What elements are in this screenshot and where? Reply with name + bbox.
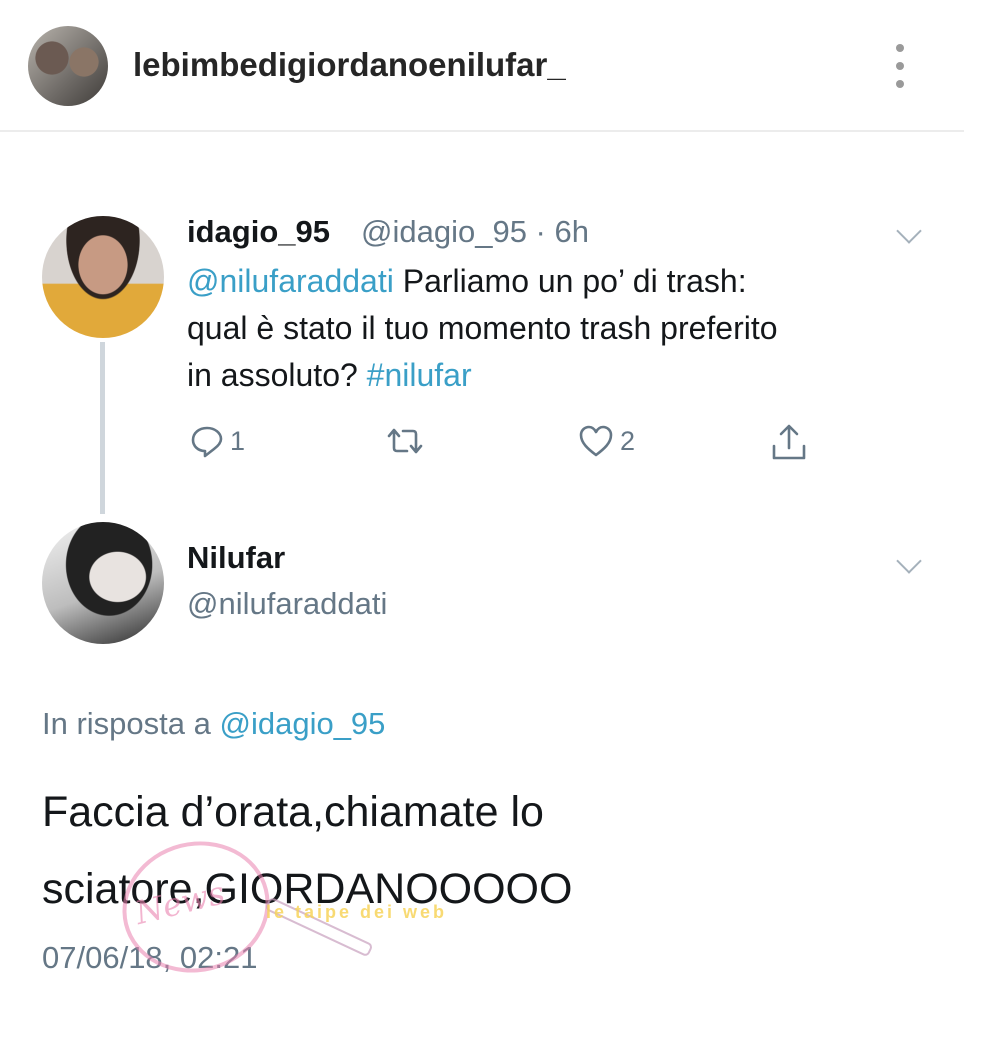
heart-icon: [579, 425, 613, 457]
post-header: lebimbedigiordanoenilufar_: [0, 0, 964, 132]
hashtag-link[interactable]: #nilufar: [367, 357, 472, 393]
tweet-author-handle-time: @idagio_95 · 6h: [361, 214, 589, 249]
more-vertical-icon[interactable]: [882, 38, 918, 94]
in-reply-to-prefix: In risposta a: [42, 706, 220, 741]
tweet-text: @nilufaraddati Parliamo un po’ di trash:…: [187, 258, 947, 399]
retweet-icon: [387, 428, 423, 454]
in-reply-to: In risposta a @idagio_95: [42, 706, 385, 742]
chevron-down-icon[interactable]: [896, 218, 922, 244]
chevron-down-icon[interactable]: [896, 548, 922, 574]
mention-link[interactable]: @nilufaraddati: [187, 263, 394, 299]
reply-icon: [191, 426, 223, 458]
like-count: 2: [620, 425, 636, 456]
reply-text-line-1: Faccia d’orata,chiamate lo: [42, 788, 544, 836]
watermark-stamp-text: News: [131, 873, 229, 933]
reply-author-handle[interactable]: @nilufaraddati: [187, 586, 387, 622]
account-avatar[interactable]: [28, 26, 108, 106]
share-icon: [772, 424, 806, 460]
tweet-text-line-3: in assoluto?: [187, 357, 367, 393]
reply-count: 1: [230, 425, 246, 456]
reply-author-avatar[interactable]: [42, 522, 164, 644]
tweet-author-name[interactable]: idagio_95: [187, 214, 330, 250]
reply-author-name[interactable]: Nilufar: [187, 540, 285, 576]
reply-action[interactable]: 1: [190, 424, 245, 458]
like-action[interactable]: 2: [578, 424, 635, 458]
watermark-banner: le taipe dei web: [266, 902, 448, 922]
share-action[interactable]: [770, 422, 808, 462]
tweet-text-line-2: qual è stato il tuo momento trash prefer…: [187, 310, 778, 346]
in-reply-to-handle[interactable]: @idagio_95: [219, 706, 385, 741]
account-username[interactable]: lebimbedigiordanoenilufar_: [133, 46, 566, 84]
thread-connector-line: [100, 342, 105, 514]
tweet-text-line-1: Parliamo un po’ di trash:: [393, 263, 747, 299]
tweet-author-avatar[interactable]: [42, 216, 164, 338]
retweet-action[interactable]: [383, 424, 427, 458]
